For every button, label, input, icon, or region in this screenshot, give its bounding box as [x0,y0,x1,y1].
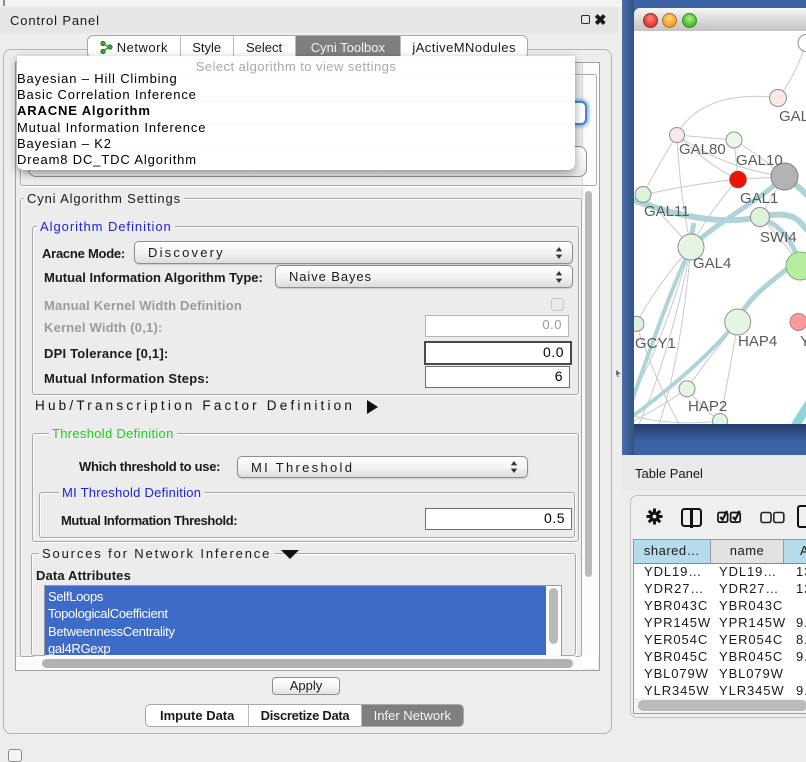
svg-text:Y: Y [800,333,806,350]
svg-text:SWI4: SWI4 [760,229,797,246]
svg-text:GAL4: GAL4 [693,255,731,272]
svg-text:GCY1: GCY1 [635,335,676,352]
svg-text:GAL10: GAL10 [736,152,783,169]
svg-text:GAL11: GAL11 [644,203,690,220]
svg-text:GAL1: GAL1 [740,190,778,207]
svg-text:HAP2: HAP2 [688,398,727,415]
svg-text:GAL80: GAL80 [679,141,726,158]
svg-text:HAP4: HAP4 [738,333,777,350]
svg-text:GAL7: GAL7 [779,108,806,125]
